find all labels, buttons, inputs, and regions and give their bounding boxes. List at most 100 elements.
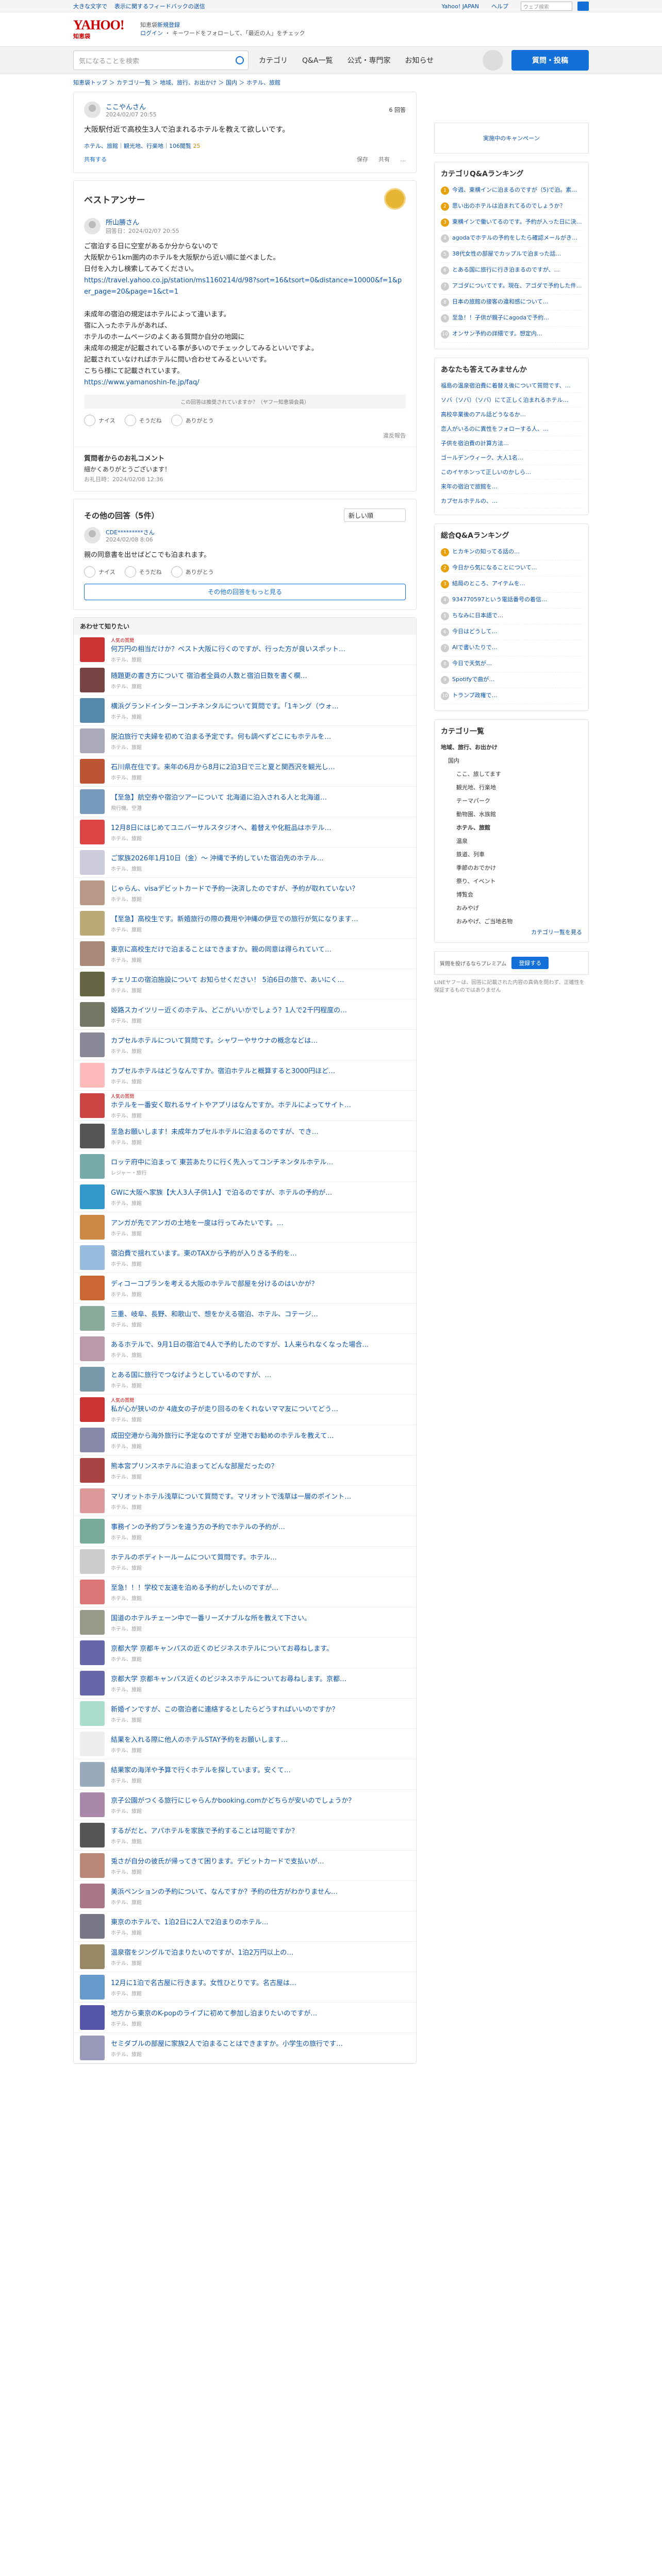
related-item[interactable]: 横浜グランドインターコンチネンタルについて質問です。「1キング（ウォ… ホテル、旅… — [74, 696, 416, 726]
related-item[interactable]: 【至急】高校生です。新婚旅行の際の費用や沖縄の伊豆での旅行が気になります… ホテル… — [74, 908, 416, 939]
avatar[interactable] — [84, 527, 101, 544]
related-question-link[interactable]: 新婚インですが、この宿泊者に連絡するとしたらどうすればいいのですか？ — [111, 1704, 410, 1714]
premium-register-button[interactable]: 登録する — [511, 957, 549, 969]
related-question-link[interactable]: 私が心が狭いのか 4歳女の子が走り回るのをくれないママ友についてどう… — [111, 1403, 410, 1413]
chiebukuro-logo[interactable]: YAHOO! 知恵袋 — [73, 17, 140, 42]
related-item[interactable]: 熊本宮プリンスホテルに泊まってどんな部屋だったの？ ホテル、旅館 — [74, 1455, 416, 1486]
related-item[interactable]: アンガが先でアンガの土地を一度は行ってみたいです。… ホテル、旅館 — [74, 1212, 416, 1243]
related-question-link[interactable]: 結果を入れる際に他人のホテルSTAY予約をお願いします… — [111, 1734, 410, 1744]
related-question-link[interactable]: アンガが先でアンガの土地を一度は行ってみたいです。… — [111, 1217, 410, 1227]
related-question-link[interactable]: 横浜グランドインターコンチネンタルについて質問です。「1キング（ウォ… — [111, 701, 410, 710]
ranking-item[interactable]: 10 トランプ政権で… — [441, 688, 582, 704]
nav-category[interactable]: カテゴリ — [259, 55, 288, 65]
related-item[interactable]: 温泉宿をジングルで泊まりたいのですが、1泊2万円以上の… ホテル、旅館 — [74, 1942, 416, 1972]
related-question-link[interactable]: ご家族2026年1月10日（金）～ 沖縄で予約していた宿泊先のホテル… — [111, 853, 410, 862]
ranking-item[interactable]: 10 オンサン予約の詳細です。想定内… — [441, 327, 582, 343]
related-question-link[interactable]: 兎さが自分の彼氏が帰ってきて困ります。デビットカードで支払いが… — [111, 1856, 410, 1866]
ranking-item[interactable]: 5 38代女性の部屋でカップルで泊まった話… — [441, 247, 582, 263]
faq-link[interactable]: https://www.yamanoshin-fe.jp/faq/ — [84, 379, 200, 386]
related-item[interactable]: マリオットホテル浅草について質問です。マリオットで浅草は一層のポイント… ホテル、… — [74, 1486, 416, 1516]
related-question-link[interactable]: カプセルホテルについて質問です。シャワーやサウナの概念などは… — [111, 1035, 410, 1045]
category-item[interactable]: 祭り、イベント — [441, 874, 582, 888]
related-item[interactable]: 美浜ペンションの予約について、なんですか？予約の仕方がわかりません… ホテル、旅館 — [74, 1881, 416, 1911]
category-item[interactable]: 季節のおでかけ — [441, 861, 582, 874]
ranking-item[interactable]: 8 今日で天気が… — [441, 656, 582, 672]
related-item[interactable]: 12月8日にはじめてユニバーサルスタジオへ、着替えや化粧品はホテル… ホテル、旅館 — [74, 817, 416, 848]
more-answers-button[interactable]: その他の回答をもっと見る — [84, 584, 406, 600]
nav-news[interactable]: お知らせ — [405, 55, 434, 65]
best-answer-user[interactable]: 所山勝さん — [106, 217, 179, 227]
related-item[interactable]: とある国に旅行でつなげようとしているのですが、… ホテル、旅館 — [74, 1364, 416, 1395]
related-question-link[interactable]: GWに大阪へ家族【大人3人子供1人】で泊るのですが、ホテルの予約が… — [111, 1187, 410, 1197]
save-button[interactable]: 保存 — [357, 155, 368, 163]
question-search-input[interactable]: 気になることを検索 — [73, 50, 249, 70]
ranking-item[interactable]: 3 結局のところ、アイテムを… — [441, 577, 582, 592]
related-question-link[interactable]: ホテルを一番安く取れるサイトやアプリはなんですか。ホテルによってサイト… — [111, 1099, 410, 1109]
related-item[interactable]: 人気の質問 私が心が狭いのか 4歳女の子が走り回るのをくれないママ友についてどう…… — [74, 1395, 416, 1425]
ranking-item[interactable]: 4 agodaでホテルの予約をしたら確認メールがきません — [441, 231, 582, 247]
related-question-link[interactable]: とある国に旅行でつなげようとしているのですが、… — [111, 1369, 410, 1379]
sort-select[interactable]: 新しい順 — [344, 509, 406, 522]
related-item[interactable]: するがだと、アパホテルを家族で予約することは可能ですか？ ホテル、旅館 — [74, 1820, 416, 1851]
related-item[interactable]: カプセルホテルはどうなんですか。宿泊ホテルと概算すると3000円ほど… ホテル、旅… — [74, 1060, 416, 1091]
related-question-link[interactable]: 何万円の相当だけか？ベスト大阪に行くのですが、行った方が良いスポット… — [111, 643, 410, 653]
related-item[interactable]: 国道のホテルチェーン中で一番リーズナブルな所を教えて下さい。 ホテル、旅館 — [74, 1607, 416, 1638]
related-item[interactable]: 事務インの予約プランを違う方の予約でホテルの予約が… ホテル、旅館 — [74, 1516, 416, 1547]
unanswered-item[interactable]: カプセルホテルの、… — [441, 494, 582, 509]
related-question-link[interactable]: ロッテ府中に泊まって 東芸あたりに行く先入ってコンチネンタルホテル… — [111, 1157, 410, 1166]
related-item[interactable]: あるホテルで、9月1日の宿泊で4人で予約したのですが、1人来られなくなった場合…… — [74, 1334, 416, 1364]
ranking-item[interactable]: 9 至急！！子供が親子にagodaで予約… — [441, 311, 582, 327]
related-item[interactable]: 至急お願いします！未成年カプセルホテルに泊まるのですが、でき… ホテル、旅館 — [74, 1121, 416, 1151]
nice-button[interactable]: ナイス — [84, 415, 115, 426]
related-question-link[interactable]: 美浜ペンションの予約について、なんですか？予約の仕方がわかりません… — [111, 1886, 410, 1896]
related-question-link[interactable]: 宿泊費で揺れています。東のTAXから予約が入りきる予約を… — [111, 1248, 410, 1258]
related-item[interactable]: 成田空港から海外旅行に予定なのですが 空港でお勧めのホテルを教えて… ホテル、旅館 — [74, 1425, 416, 1455]
feedback-link[interactable]: 表示に関するフィードバックの送信 — [114, 2, 205, 10]
login-link[interactable]: ログイン — [140, 30, 163, 37]
nav-qa-list[interactable]: Q&A一覧 — [302, 55, 333, 65]
related-item[interactable]: 京都大学 京都キャンパスの近くのビジネスホテルについてお尋ねします。 ホテル、旅館 — [74, 1638, 416, 1668]
related-question-link[interactable]: するがだと、アパホテルを家族で予約することは可能ですか？ — [111, 1825, 410, 1835]
related-question-link[interactable]: 脱泊旅行で夫婦を初めて泊まる予定です。何も調べずどこにもホテルを… — [111, 731, 410, 741]
related-question-link[interactable]: チェリエの宿泊施設について お知らせください！ 5泊6日の旅で、あいにく… — [111, 974, 410, 984]
view-button[interactable]: 共有 — [378, 155, 390, 163]
category-item[interactable]: 国内 — [441, 754, 582, 767]
related-item[interactable]: 姫路スカイツリー近くのホテル、どこがいいかでしょう？1人で2千円程度の… ホテル、… — [74, 999, 416, 1030]
related-question-link[interactable]: 東京のホテルで、1泊2日に2人で2泊まりのホテル… — [111, 1917, 410, 1926]
related-item[interactable]: 結果を入れる際に他人のホテルSTAY予約をお願いします… ホテル、旅館 — [74, 1729, 416, 1759]
related-item[interactable]: GWに大阪へ家族【大人3人子供1人】で泊るのですが、ホテルの予約が… ホテル、旅館 — [74, 1182, 416, 1212]
related-item[interactable]: じゃらん、visaデビットカードで予約一決済したのですが、予約が取れていない？ ホ… — [74, 878, 416, 908]
related-question-link[interactable]: カプセルホテルはどうなんですか。宿泊ホテルと概算すると3000円ほど… — [111, 1065, 410, 1075]
unanswered-item[interactable]: ソバ（ソバ）（ソバ）にて正しく泊まれるホテル… — [441, 393, 582, 408]
related-question-link[interactable]: 熊本宮プリンスホテルに泊まってどんな部屋だったの？ — [111, 1461, 410, 1470]
related-item[interactable]: ディコーコブランを考える大阪のホテルで部屋を分けるのはいかが？ ホテル、旅館 — [74, 1273, 416, 1303]
related-item[interactable]: ロッテ府中に泊まって 東芸あたりに行く先入ってコンチネンタルホテル… レジャー・旅… — [74, 1151, 416, 1182]
help-link[interactable]: ヘルプ — [491, 2, 508, 10]
related-question-link[interactable]: 結果家の海洋や予算で行くホテルを探しています。安くて… — [111, 1765, 410, 1774]
related-question-link[interactable]: 京都大学 京都キャンパス近くのビジネスホテルについてお尋ねします。京都… — [111, 1673, 410, 1683]
report-link[interactable]: 違反報告 — [84, 431, 406, 439]
category-item[interactable]: テーマパーク — [441, 794, 582, 807]
web-search-button[interactable] — [577, 2, 589, 11]
search-icon[interactable] — [236, 56, 244, 64]
travel-link[interactable]: https://travel.yahoo.co.jp/station/ms116… — [84, 277, 402, 296]
agree-button[interactable]: そうだね — [124, 415, 162, 426]
category-item[interactable]: おみやげ、ご当地名物 — [441, 914, 582, 928]
related-question-link[interactable]: 事務インの予約プランを違う方の予約でホテルの予約が… — [111, 1521, 410, 1531]
related-question-link[interactable]: 東京に高校生だけで泊まることはできますか。親の同意は得られていて… — [111, 944, 410, 954]
related-item[interactable]: チェリエの宿泊施設について お知らせください！ 5泊6日の旅で、あいにく… ホテル… — [74, 969, 416, 999]
category-item[interactable]: ここ、旅してます — [441, 767, 582, 781]
category-item[interactable]: 温泉 — [441, 834, 582, 848]
related-item[interactable]: 人気の質問 何万円の相当だけか？ベスト大阪に行くのですが、行った方が良いスポット…… — [74, 635, 416, 665]
font-size-link[interactable]: 大きな文字で — [73, 2, 107, 10]
avatar[interactable] — [84, 101, 101, 118]
related-item[interactable]: 12月に1泊で名古屋に行きます。女性ひとりです。名古屋は… ホテル、旅館 — [74, 1972, 416, 2003]
avatar[interactable] — [84, 217, 101, 234]
category-item[interactable]: 観光地、行楽地 — [441, 781, 582, 794]
related-question-link[interactable]: 12月に1泊で名古屋に行きます。女性ひとりです。名古屋は… — [111, 1977, 410, 1987]
ranking-item[interactable]: 1今週、東横インに泊まるのですが（5)で泊。素朴の朝食を見てみたい — [441, 183, 582, 199]
related-item[interactable]: セミダブルの部屋に家族2人で泊まることはできますか。小学生の旅行です… ホテル、旅… — [74, 2033, 416, 2063]
related-item[interactable]: 地方から東京のK-popのライブに初めて参加し泊まりたいのですが… ホテル、旅館 — [74, 2003, 416, 2033]
ranking-item[interactable]: 7 AIで書いたりで… — [441, 640, 582, 656]
ranking-item[interactable]: 5 ちなみに日本語で… — [441, 608, 582, 624]
